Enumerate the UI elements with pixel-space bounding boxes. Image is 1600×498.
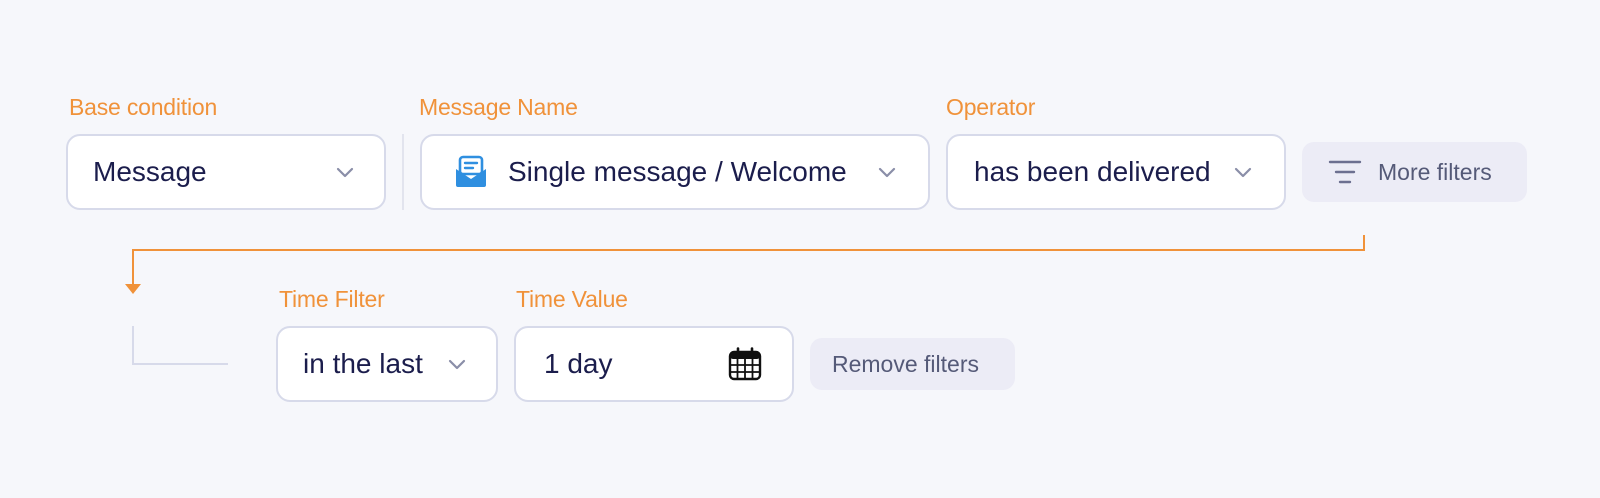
time-value-input[interactable]: 1 day	[514, 326, 794, 402]
chevron-down-icon	[446, 353, 468, 375]
filter-builder: Base condition Message Name Operator Mes…	[0, 0, 1600, 498]
time-filter-label: Time Filter	[279, 286, 385, 312]
time-filter-select[interactable]: in the last	[276, 326, 498, 402]
time-value-label: Time Value	[516, 286, 628, 312]
remove-filters-button[interactable]: Remove filters	[810, 338, 1015, 390]
time-value-value: 1 day	[544, 348, 613, 379]
connector-arrow	[125, 235, 1365, 365]
time-filter-value: in the last	[303, 348, 423, 379]
calendar-icon[interactable]	[728, 347, 762, 381]
